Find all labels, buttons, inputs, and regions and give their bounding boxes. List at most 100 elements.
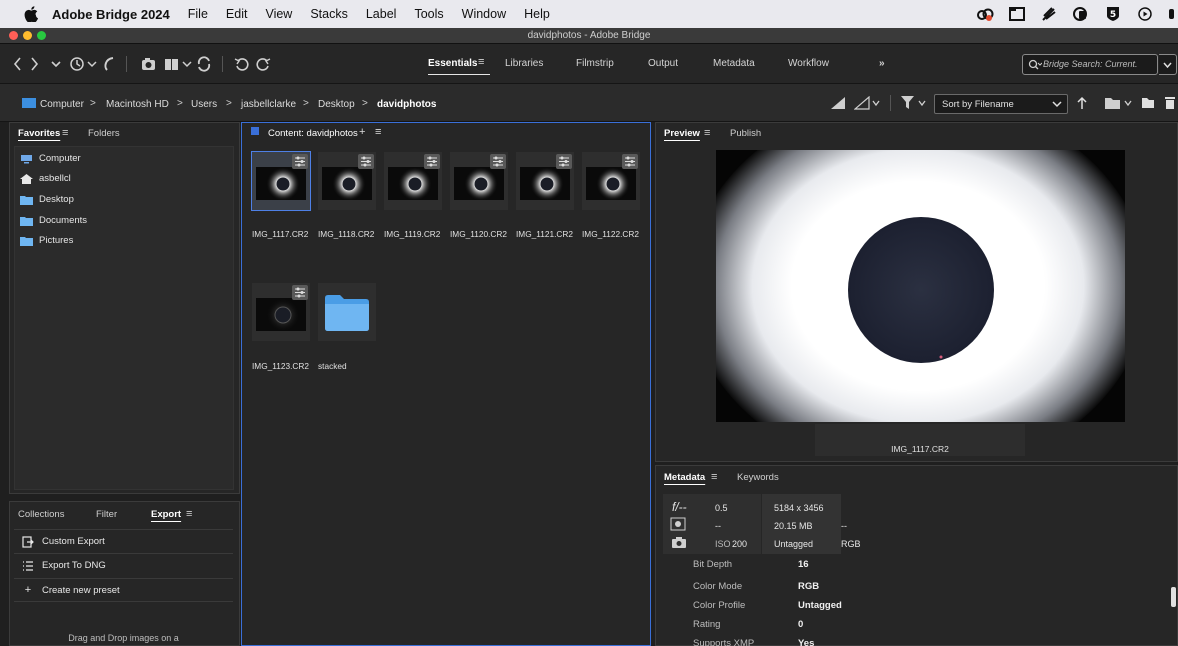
recent-files-icon[interactable] [68,55,98,73]
image-thumbnail[interactable] [516,152,574,210]
back-forward-icon[interactable] [12,55,42,73]
rating-filter-icon[interactable] [854,96,884,110]
tab-preview[interactable]: Preview [664,128,700,139]
menu-edit[interactable]: Edit [226,7,248,21]
folder-icon [20,216,33,226]
thumbnail-filename: IMG_1123.CR2 [252,361,310,371]
iso-label: ISO [715,539,731,549]
file-size-extra: -- [841,521,847,531]
sync-icon[interactable] [196,55,212,73]
trash-icon[interactable] [1164,95,1176,110]
app-name[interactable]: Adobe Bridge 2024 [52,7,170,22]
image-thumbnail[interactable] [318,152,376,210]
panel-menu-icon[interactable]: ≡ [704,127,710,139]
aperture-value: 0.5 [715,503,728,513]
rotate-right-icon[interactable] [255,55,271,73]
workspace-tab-libraries[interactable]: Libraries [505,58,543,69]
more-workspaces-button[interactable]: » [879,58,885,69]
aperture-icon: f/-- [672,500,687,514]
quality-icon[interactable] [830,96,846,110]
workspace-tab-essentials[interactable]: Essentials [428,58,477,69]
create-new-preset[interactable]: + Create new preset [14,578,233,602]
add-tab-icon[interactable]: + [359,126,365,138]
menu-view[interactable]: View [265,7,292,21]
workspace-tab-metadata[interactable]: Metadata [713,58,755,69]
creative-cloud-icon[interactable] [976,6,994,22]
eclipse-thumbnail-image [322,167,372,200]
rotate-left-icon[interactable] [234,55,250,73]
folder-thumbnail[interactable] [318,283,376,341]
favorite-pictures[interactable]: Pictures [20,235,73,246]
eclipse-thumbnail-image [586,167,636,200]
menu-tools[interactable]: Tools [414,7,443,21]
eclipse-thumbnail-image [454,167,504,200]
breadcrumb-davidphotos[interactable]: davidphotos [377,99,436,110]
develop-settings-icon [358,154,374,169]
preview-image[interactable] [716,150,1125,422]
panel-menu-icon[interactable]: ≡ [375,126,381,138]
favorite-home[interactable]: asbellcl [20,173,71,184]
breadcrumb-separator: > [226,98,232,109]
shield-s-icon[interactable]: 5 [1104,6,1122,22]
breadcrumb-separator: > [362,98,368,109]
computer-icon [22,98,36,108]
workspace-tab-filmstrip[interactable]: Filmstrip [576,58,614,69]
bridge-search-input[interactable]: Bridge Search: Current. [1022,54,1158,75]
panel-menu-icon[interactable]: ≡ [186,508,192,520]
sort-ascending-icon[interactable] [1077,96,1087,110]
menu-help[interactable]: Help [524,7,550,21]
play-circle-icon[interactable] [1136,6,1154,22]
favorite-computer[interactable]: Computer [20,153,81,164]
camera-import-icon[interactable] [140,55,158,73]
tab-publish[interactable]: Publish [730,128,761,139]
search-scope-dropdown[interactable] [1159,54,1177,75]
color-mode-value: RGB [841,539,861,549]
menu-window[interactable]: Window [462,7,506,21]
image-thumbnail[interactable] [251,151,311,211]
refine-icon[interactable] [163,55,193,73]
password-icon[interactable] [1072,6,1090,22]
image-thumbnail[interactable] [450,152,508,210]
feather-icon[interactable] [1040,6,1058,22]
panel-menu-icon[interactable]: ≡ [711,471,717,483]
workspace-tab-output[interactable]: Output [648,58,678,69]
open-recent-icon[interactable] [1104,95,1134,111]
menu-stacks[interactable]: Stacks [310,7,348,21]
image-thumbnail[interactable] [252,283,310,341]
tab-metadata[interactable]: Metadata [664,472,705,483]
metadata-label: Color Profile [693,600,746,611]
chevron-down-icon[interactable] [50,55,62,73]
filter-items-icon[interactable] [900,95,930,111]
export-custom[interactable]: Custom Export [14,529,233,553]
breadcrumb-desktop[interactable]: Desktop [318,99,355,110]
tab-favorites[interactable]: Favorites [18,128,60,139]
menu-label[interactable]: Label [366,7,397,21]
tab-collections[interactable]: Collections [18,509,64,520]
breadcrumb-user-folder[interactable]: jasbellclarke [241,99,296,110]
sort-dropdown[interactable]: Sort by Filename [934,94,1068,114]
workspace-menu-icon[interactable]: ≡ [478,56,484,68]
favorite-desktop[interactable]: Desktop [20,194,74,205]
breadcrumb-users[interactable]: Users [191,99,217,110]
workspace-tab-workflow[interactable]: Workflow [788,58,829,69]
develop-settings-icon [292,285,308,300]
boomerang-icon[interactable] [101,55,117,73]
apple-logo-icon[interactable] [24,6,38,22]
menu-file[interactable]: File [188,7,208,21]
breadcrumb-computer[interactable]: Computer [40,99,84,110]
tab-folders[interactable]: Folders [88,128,120,139]
screen-frame-icon[interactable] [1008,6,1026,22]
metadata-value: RGB [798,581,820,592]
breadcrumb-macintosh-hd[interactable]: Macintosh HD [106,99,169,110]
tab-keywords[interactable]: Keywords [737,472,779,483]
metadata-scrollbar[interactable] [1171,587,1176,607]
export-to-dng[interactable]: Export To DNG [14,553,233,577]
favorite-documents[interactable]: Documents [20,215,87,226]
image-thumbnail[interactable] [582,152,640,210]
tab-filter[interactable]: Filter [96,509,117,520]
new-folder-icon[interactable] [1141,96,1155,110]
panel-menu-icon[interactable]: ≡ [62,127,68,139]
tab-export[interactable]: Export [151,509,181,520]
image-thumbnail[interactable] [384,152,442,210]
eclipse-thumbnail-image [388,167,438,200]
